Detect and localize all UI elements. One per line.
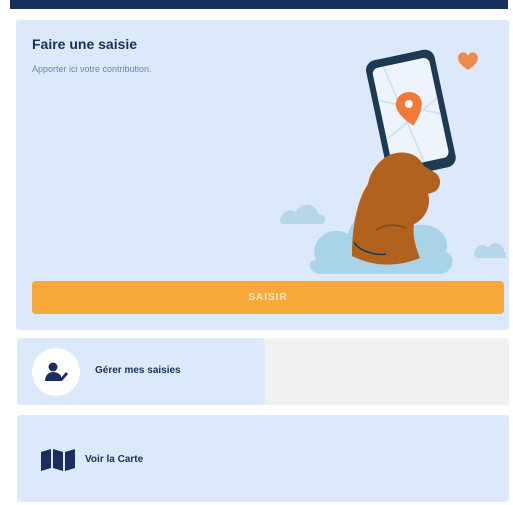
gerer-mes-saisies-label: Gérer mes saisies <box>95 365 181 376</box>
cloud-left <box>280 204 326 224</box>
saisir-button[interactable]: SAISIR <box>32 281 504 314</box>
top-bar <box>10 0 508 9</box>
gerer-mes-saisies-card[interactable]: Gérer mes saisies <box>17 338 265 405</box>
empty-placeholder <box>265 338 509 405</box>
faire-une-saisie-card: Faire une saisie Apporter ici votre cont… <box>16 20 509 330</box>
voir-la-carte-label: Voir la Carte <box>85 454 144 465</box>
heart-icon <box>458 52 478 70</box>
cloud-right <box>474 243 506 258</box>
card-title: Faire une saisie <box>32 36 138 52</box>
avatar <box>32 348 80 396</box>
card-subtitle: Apporter ici votre contribution. <box>32 64 152 74</box>
voir-la-carte-card[interactable]: Voir la Carte <box>17 415 509 502</box>
hand-phone-illustration <box>280 49 506 274</box>
map-icon <box>41 449 75 471</box>
user-edit-icon <box>45 362 68 381</box>
